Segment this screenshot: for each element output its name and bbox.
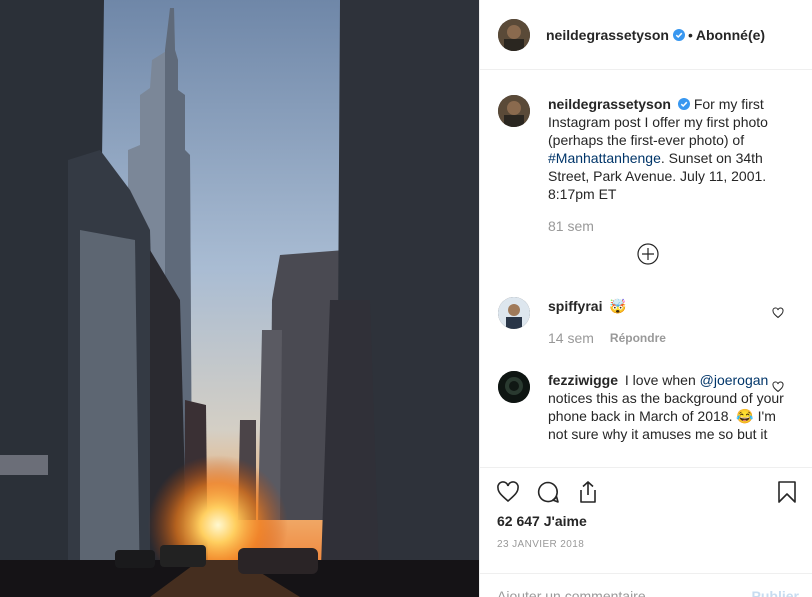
comment-body: spiffyrai 🤯 14 sem Répondre [548, 297, 784, 347]
add-comment-bar: Ajouter un commentaire... Publier [480, 573, 812, 597]
share-upload-icon[interactable] [576, 480, 600, 504]
follow-status-button[interactable]: Abonné(e) [696, 27, 765, 43]
plus-circle-icon[interactable] [637, 243, 659, 265]
author-avatar-image [498, 95, 530, 127]
commenter-avatar[interactable] [498, 297, 530, 329]
like-heart-icon[interactable] [496, 480, 520, 504]
manhattanhenge-photo [0, 0, 479, 597]
comment-age[interactable]: 14 sem [548, 329, 594, 347]
comment-body: fezziwigge I love when @joerogan notices… [548, 371, 784, 443]
commenter-avatar[interactable] [498, 371, 530, 403]
verified-badge-icon [672, 28, 685, 41]
comment-bubble-icon[interactable] [536, 480, 560, 504]
author-username[interactable]: neildegrassetyson [546, 27, 669, 43]
author-avatar[interactable] [498, 95, 530, 127]
comment-text: 🤯 [609, 298, 627, 314]
comment-item: spiffyrai 🤯 14 sem Répondre [498, 297, 798, 347]
separator-dot: • [687, 26, 693, 43]
post-actions: 62 647 J'aime 23 JANVIER 2018 Ajouter un… [480, 467, 812, 597]
comment-username[interactable]: spiffyrai [548, 298, 602, 314]
author-avatar[interactable] [498, 18, 530, 51]
comment-text-after: notices this as the background of your p… [548, 390, 784, 442]
verified-badge-icon [677, 98, 690, 110]
post-photo[interactable] [0, 0, 479, 597]
post-view: neildegrassetyson • Abonné(e) neildegras… [0, 0, 812, 597]
comment-like-heart-icon[interactable] [772, 381, 784, 393]
commenter-avatar-image [498, 297, 530, 329]
caption-item: neildegrassetyson For my first Instagram… [498, 95, 798, 235]
comment-mention[interactable]: @joerogan [700, 372, 769, 388]
comment-text-before: I love when [624, 372, 700, 388]
action-icons [496, 480, 616, 504]
post-header: neildegrassetyson • Abonné(e) [480, 0, 812, 70]
comments-list[interactable]: neildegrassetyson For my first Instagram… [480, 71, 812, 467]
author-avatar-image [498, 18, 530, 51]
add-comment-input[interactable]: Ajouter un commentaire... [497, 588, 657, 597]
caption-body: neildegrassetyson For my first Instagram… [548, 95, 784, 235]
comment-item: fezziwigge I love when @joerogan notices… [498, 371, 798, 443]
caption-username[interactable]: neildegrassetyson [548, 96, 671, 112]
comment-meta: 14 sem Répondre [548, 329, 784, 347]
caption-age[interactable]: 81 sem [548, 217, 594, 235]
bookmark-icon[interactable] [775, 480, 799, 504]
post-date[interactable]: 23 JANVIER 2018 [497, 539, 584, 550]
publish-button[interactable]: Publier [752, 588, 799, 597]
commenter-avatar-image [498, 371, 530, 403]
caption-hashtag[interactable]: #Manhattanhenge [548, 150, 661, 166]
caption-meta: 81 sem [548, 217, 784, 235]
likes-count[interactable]: 62 647 J'aime [497, 513, 587, 529]
post-sidebar: neildegrassetyson • Abonné(e) neildegras… [479, 0, 812, 597]
comment-username[interactable]: fezziwigge [548, 372, 618, 388]
reply-button[interactable]: Répondre [610, 329, 666, 347]
comment-like-heart-icon[interactable] [772, 307, 784, 319]
